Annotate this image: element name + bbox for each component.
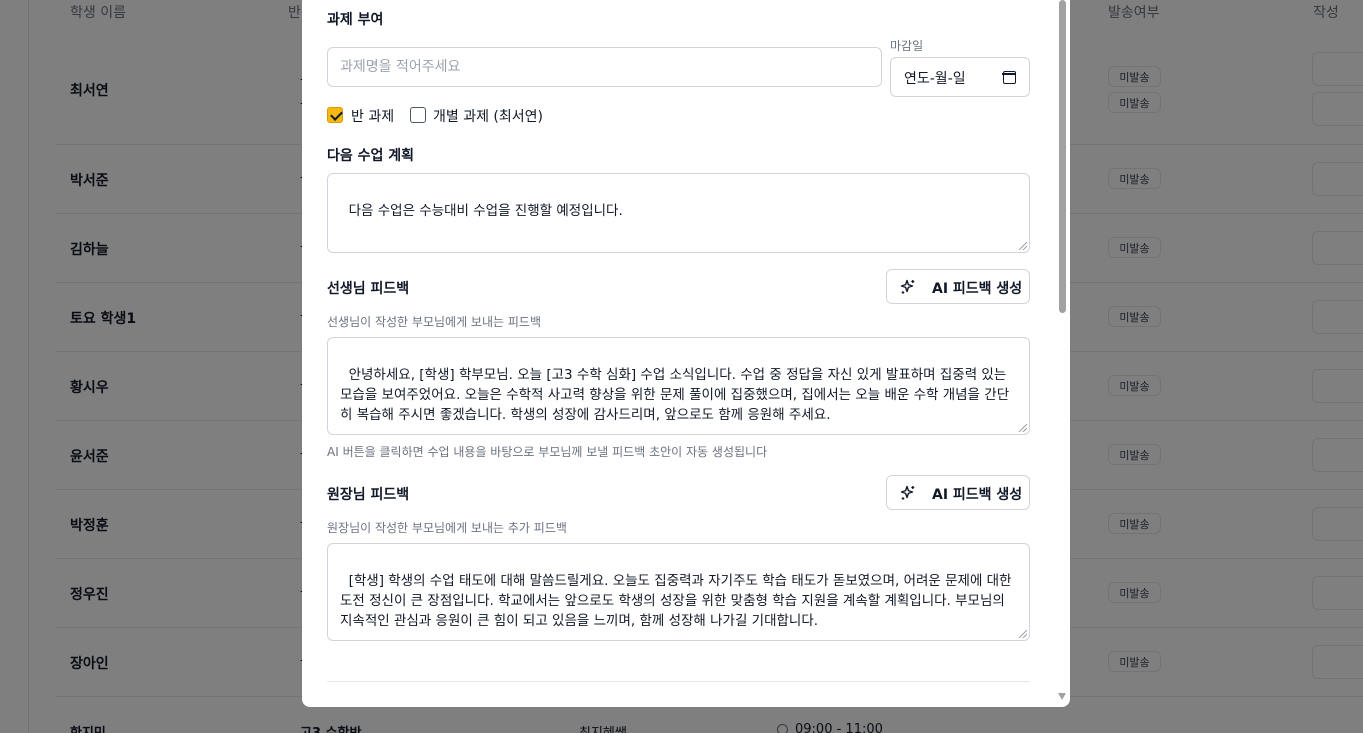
next-plan-textarea[interactable]: 다음 수업은 수능대비 수업을 진행할 예정입니다. (327, 173, 1030, 253)
section-divider (327, 681, 1030, 682)
individual-assignment-checkbox[interactable] (410, 107, 426, 123)
teacher-feedback-textarea[interactable]: 안녕하세요, [학생] 학부모님. 오늘 [고3 수학 심화] 수업 소식입니다… (327, 337, 1030, 435)
resize-handle-icon[interactable] (1019, 424, 1027, 432)
resize-handle-icon[interactable] (1019, 630, 1027, 638)
director-ai-feedback-button[interactable]: AI 피드백 생성 (886, 475, 1030, 510)
director-feedback-sublabel: 원장님이 작성한 부모님에게 보내는 추가 피드백 (327, 521, 567, 535)
teacher-ai-button-label: AI 피드백 생성 (932, 281, 1023, 297)
assignment-section-label: 과제 부여 (327, 12, 384, 28)
individual-assignment-label[interactable]: 개별 과제 (최서연) (433, 106, 543, 126)
director-feedback-label: 원장님 피드백 (327, 487, 410, 503)
next-plan-label: 다음 수업 계획 (327, 148, 415, 164)
due-date-input[interactable]: 연도-월-일 (890, 57, 1030, 97)
sparkles-icon (900, 485, 915, 500)
teacher-ai-feedback-button[interactable]: AI 피드백 생성 (886, 269, 1030, 304)
due-date-placeholder: 연도-월-일 (904, 71, 966, 87)
director-ai-button-label: AI 피드백 생성 (932, 487, 1023, 503)
teacher-feedback-text: 안녕하세요, [학생] 학부모님. 오늘 [고3 수학 심화] 수업 소식입니다… (340, 367, 1011, 423)
assignment-title-input[interactable] (327, 47, 882, 87)
teacher-feedback-sublabel: 선생님이 작성한 부모님에게 보내는 피드백 (327, 315, 541, 329)
due-date-label: 마감일 (890, 39, 924, 53)
modal-scrollbar[interactable] (1056, 0, 1069, 707)
next-plan-text: 다음 수업은 수능대비 수업을 진행할 예정입니다. (348, 203, 623, 219)
resize-handle-icon[interactable] (1019, 242, 1027, 250)
ai-hint-text: AI 버튼을 클릭하면 수업 내용을 바탕으로 부모님께 보낼 피드백 초안이 … (327, 445, 768, 459)
teacher-feedback-label: 선생님 피드백 (327, 281, 410, 297)
class-assignment-label[interactable]: 반 과제 (351, 106, 394, 126)
director-feedback-textarea[interactable]: [학생] 학생의 수업 태도에 대해 말씀드릴게요. 오늘도 집중력과 자기주도… (327, 543, 1030, 641)
sparkles-icon (900, 279, 915, 294)
scrollbar-thumb[interactable] (1059, 0, 1066, 313)
director-feedback-text: [학생] 학생의 수업 태도에 대해 말씀드릴게요. 오늘도 집중력과 자기주도… (340, 573, 1016, 629)
scroll-down-arrow-icon[interactable] (1058, 693, 1066, 700)
class-assignment-checkbox[interactable] (327, 107, 343, 123)
calendar-icon[interactable] (1002, 71, 1016, 84)
